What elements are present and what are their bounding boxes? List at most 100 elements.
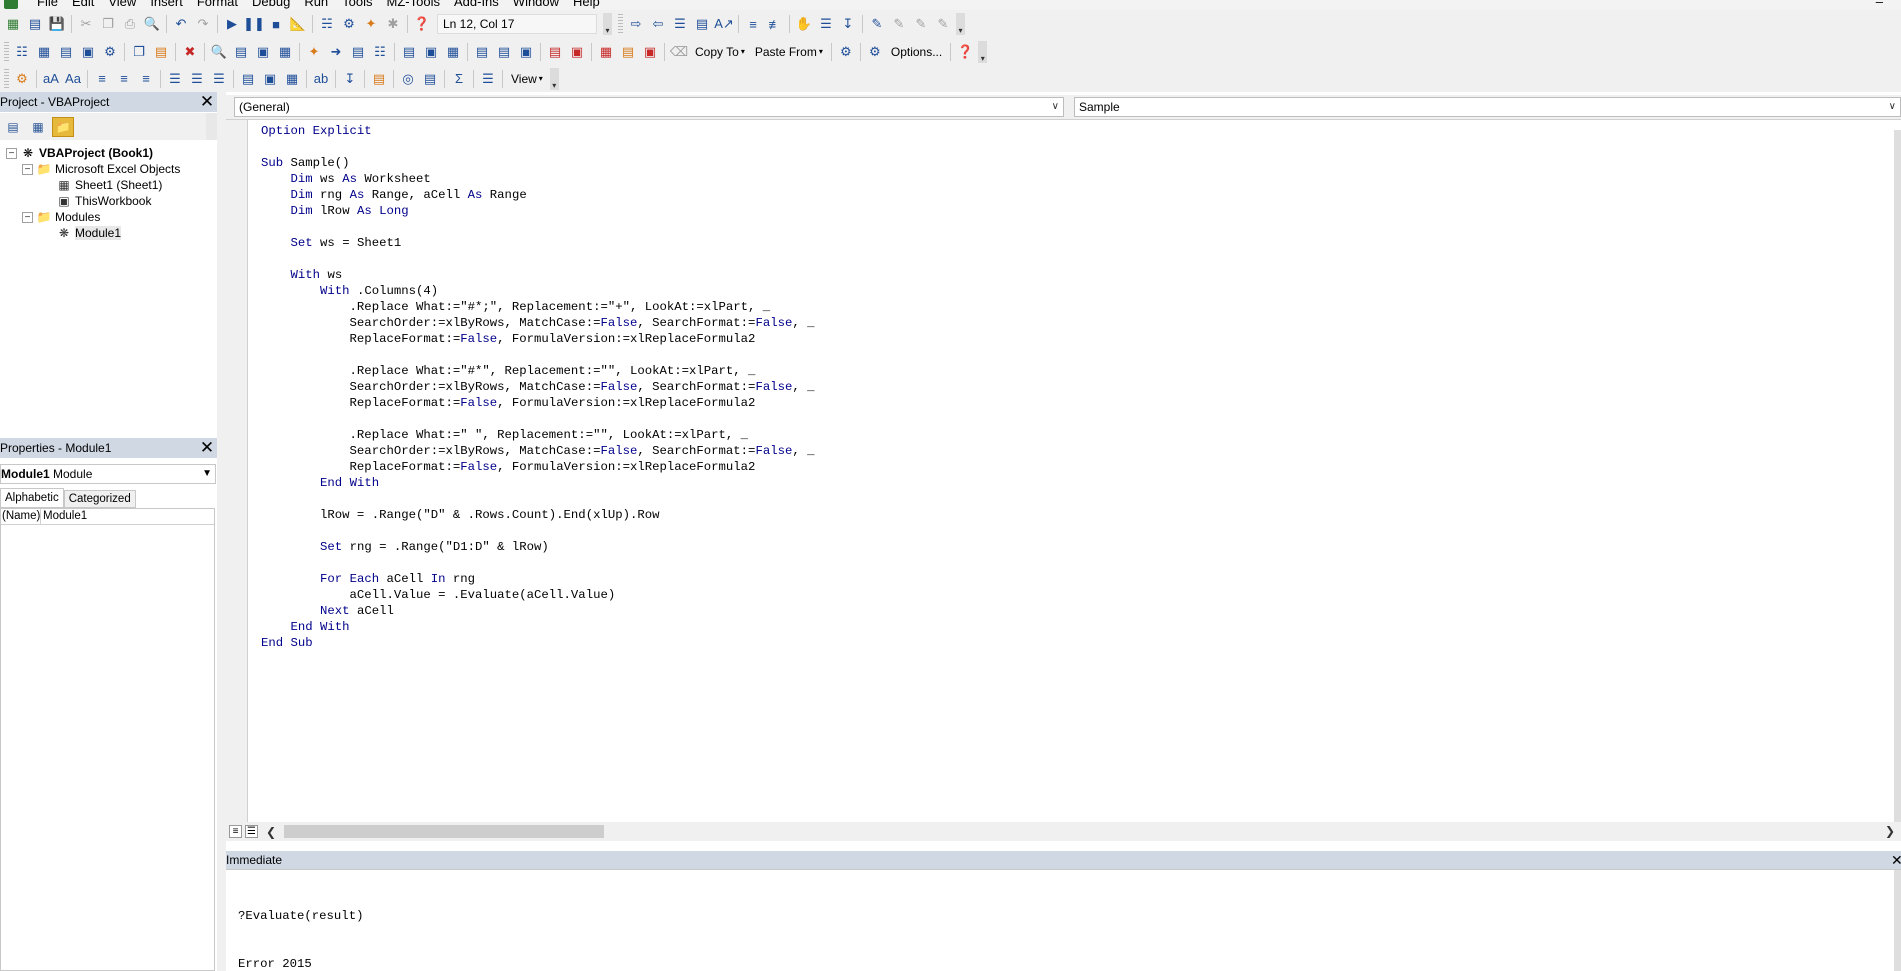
menu-help[interactable]: Help — [566, 0, 607, 10]
tree-item-excel-objects[interactable]: − 📁 Microsoft Excel Objects — [0, 161, 218, 177]
view-excel-icon[interactable]: ▦ — [2, 13, 24, 35]
toolbar-grip[interactable] — [4, 68, 9, 89]
cut-icon[interactable]: ✂ — [75, 13, 97, 35]
code-line[interactable]: For Each aCell In rng — [261, 571, 814, 587]
menu-view[interactable]: View — [101, 0, 143, 10]
menu-file[interactable]: File — [30, 0, 65, 10]
design-mode-icon[interactable]: 📐 — [287, 13, 309, 35]
collapse-icon[interactable]: − — [22, 211, 33, 223]
mz-tool-icon-26[interactable]: ⚙ — [835, 41, 857, 63]
mz-tool-icon-2[interactable]: ▦ — [33, 41, 55, 63]
mz-tool-icon-16[interactable]: ▣ — [420, 41, 442, 63]
list-constants-icon[interactable]: ▤ — [691, 13, 713, 35]
code-line[interactable]: Dim lRow As Long — [261, 203, 814, 219]
object-combo[interactable]: (General) ∨ — [234, 97, 1064, 117]
toolbar-grip[interactable] — [4, 41, 9, 62]
mz-find-icon[interactable]: 🔍 — [208, 41, 230, 63]
toolbar-overflow-icon[interactable]: ▾ — [956, 13, 965, 35]
immediate-window[interactable]: ?Evaluate(result) Error 2015 — [226, 869, 1901, 971]
minimize-button[interactable]: – — [1876, 0, 1883, 10]
collapse-icon[interactable]: − — [22, 163, 33, 175]
copy-to-button[interactable]: Copy To ▾ — [690, 41, 750, 63]
mz-tool-icon-4[interactable]: ▣ — [77, 41, 99, 63]
mz-tool-icon-27[interactable]: ⚙ — [11, 68, 33, 90]
properties-window-icon[interactable]: ⚙ — [338, 13, 360, 35]
toolbar-grip[interactable] — [618, 14, 623, 34]
mz-tool-icon-7[interactable]: ▤ — [150, 41, 172, 63]
horizontal-scrollbar-thumb[interactable] — [284, 825, 605, 838]
toggle-bookmark-icon[interactable]: ☰ — [815, 13, 837, 35]
toolbar-overflow-icon[interactable]: ▾ — [549, 67, 559, 90]
code-line[interactable]: Dim rng As Range, aCell As Range — [261, 187, 814, 203]
mz-tool-icon-22[interactable]: ▣ — [566, 41, 588, 63]
redo-icon[interactable]: ↷ — [192, 13, 214, 35]
code-line[interactable]: SearchOrder:=xlByRows, MatchCase:=False,… — [261, 315, 815, 331]
align-right-icon[interactable]: ≡ — [113, 68, 135, 90]
mz-tool-icon-10[interactable]: ▦ — [274, 41, 296, 63]
code-line[interactable]: .Replace What:=" ", Replacement:="", Loo… — [261, 427, 814, 443]
panel-splitter[interactable] — [217, 92, 226, 971]
mz-tool-icon-14[interactable]: ☷ — [369, 41, 391, 63]
code-line[interactable]: Sub Sample() — [261, 155, 814, 171]
property-value[interactable]: Module1 — [41, 509, 87, 524]
text-case-upper-icon[interactable]: aA — [40, 68, 62, 90]
menu-debug[interactable]: Debug — [245, 0, 297, 10]
tab-alphabetic[interactable]: Alphabetic — [0, 488, 64, 508]
property-row[interactable]: (Name) Module1 — [1, 509, 214, 525]
toolbox-icon[interactable]: ✱ — [382, 13, 404, 35]
toolbar-overflow-icon[interactable]: ▾ — [603, 13, 612, 35]
mz-tool-icon-23[interactable]: ▦ — [595, 41, 617, 63]
align-justify-icon[interactable]: ≡ — [135, 68, 157, 90]
reset-icon[interactable]: ■ — [265, 13, 287, 35]
mz-tool-icon-13[interactable]: ▤ — [347, 41, 369, 63]
toggle-breakpoint-icon[interactable]: ✋ — [793, 13, 815, 35]
code-line[interactable] — [261, 555, 814, 571]
code-line[interactable]: ReplaceFormat:=False, FormulaVersion:=xl… — [261, 459, 814, 475]
next-bookmark-icon[interactable]: ↧ — [837, 13, 859, 35]
code-line[interactable]: SearchOrder:=xlByRows, MatchCase:=False,… — [261, 379, 815, 395]
tab-categorized[interactable]: Categorized — [63, 490, 136, 508]
text-case-lower-icon[interactable]: Aa — [62, 68, 84, 90]
mz-tool-icon-24[interactable]: ▤ — [617, 41, 639, 63]
mz-tool-icon-21[interactable]: ▤ — [544, 41, 566, 63]
code-line[interactable]: ReplaceFormat:=False, FormulaVersion:=xl… — [261, 395, 814, 411]
mz-tool-icon-18[interactable]: ▤ — [471, 41, 493, 63]
vertical-scrollbar[interactable] — [1894, 130, 1901, 822]
run-icon[interactable]: ▶ — [221, 13, 243, 35]
options-gear-icon[interactable]: ⚙ — [864, 41, 886, 63]
code-line[interactable]: lRow = .Range("D" & .Rows.Count).End(xlU… — [261, 507, 814, 523]
insert-module-icon[interactable]: ▤ — [24, 13, 46, 35]
menu-format[interactable]: Format — [190, 0, 245, 10]
immediate-text[interactable]: ?Evaluate(result) Error 2015 — [238, 876, 363, 971]
code-line[interactable]: Set ws = Sheet1 — [261, 235, 814, 251]
align-left-icon[interactable]: ≡ — [91, 68, 113, 90]
mz-tool-icon-1[interactable]: ☷ — [11, 41, 33, 63]
vertical-scrollbar[interactable] — [1894, 870, 1901, 971]
code-line[interactable]: .Replace What:="#*;", Replacement:="+", … — [261, 299, 814, 315]
code-line[interactable]: End With — [261, 475, 814, 491]
code-line[interactable]: ReplaceFormat:=False, FormulaVersion:=xl… — [261, 331, 814, 347]
help-icon[interactable]: ❓ — [411, 13, 433, 35]
code-line[interactable]: With .Columns(4) — [261, 283, 814, 299]
mz-tool-icon-31[interactable]: ab — [310, 68, 332, 90]
mz-tool-icon-6[interactable]: ❐ — [128, 41, 150, 63]
mz-tool-icon-33[interactable]: ▤ — [368, 68, 390, 90]
menu-mz-tools[interactable]: MZ-Tools — [380, 0, 447, 10]
mz-tool-icon-19[interactable]: ▤ — [493, 41, 515, 63]
save-icon[interactable]: 💾 — [46, 13, 68, 35]
toggle-folders-icon[interactable]: 📁 — [52, 116, 74, 137]
menu-tools[interactable]: Tools — [335, 0, 379, 10]
edit-tool-disabled-icon-2[interactable]: ✎ — [910, 13, 932, 35]
mz-tool-icon-29[interactable]: ▣ — [259, 68, 281, 90]
code-editor[interactable]: Option Explicit Sub Sample() Dim ws As Wo… — [226, 119, 1901, 825]
tree-item-sheet1[interactable]: ▦ Sheet1 (Sheet1) — [0, 177, 218, 193]
code-line[interactable] — [261, 251, 814, 267]
view-menu-button[interactable]: View ▾ — [506, 68, 548, 90]
mz-tool-icon-5[interactable]: ⚙ — [99, 41, 121, 63]
paste-icon[interactable]: ⎙ — [119, 13, 141, 35]
chevron-down-icon[interactable]: ∨ — [1889, 98, 1896, 116]
tree-item-module1[interactable]: ❋ Module1 — [0, 225, 218, 241]
mz-tool-icon-3[interactable]: ▤ — [55, 41, 77, 63]
mz-tool-icon-17[interactable]: ▦ — [442, 41, 464, 63]
list-properties-icon[interactable]: ☰ — [669, 13, 691, 35]
